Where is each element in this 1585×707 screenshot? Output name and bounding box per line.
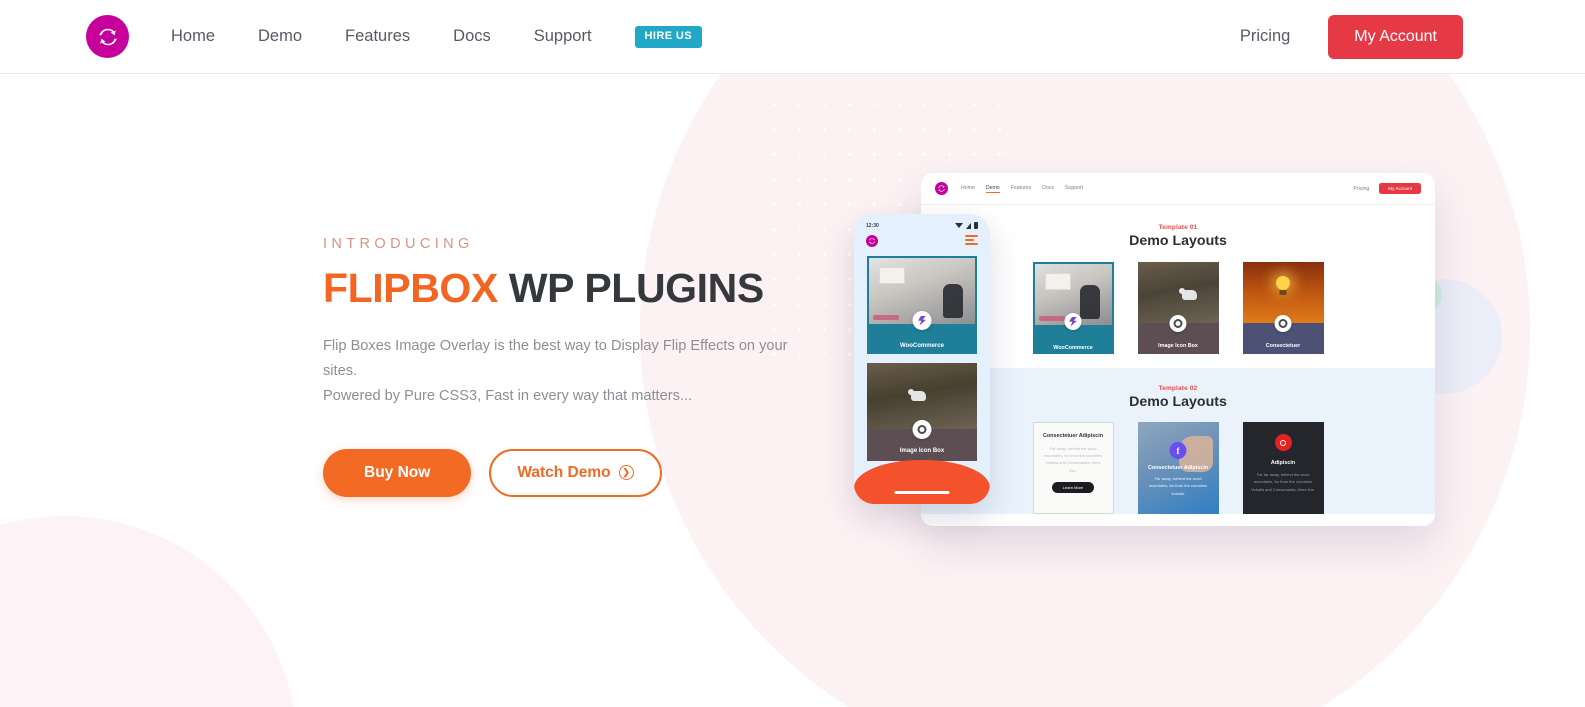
- watch-demo-label: Watch Demo: [517, 463, 611, 481]
- card-body: Far away, behind the word mountains, far…: [1148, 476, 1208, 496]
- main-navigation: Home Demo Features Docs Support HIRE US: [171, 25, 702, 48]
- buy-now-button[interactable]: Buy Now: [323, 448, 472, 497]
- mockup-nav-item-home: Home: [961, 184, 975, 191]
- photo-frame-detail: [1044, 273, 1071, 290]
- hero-copy: INTRODUCING FLIPBOX WP PLUGINS Flip Boxe…: [323, 236, 793, 497]
- mockup-navbar: Home Demo Features Docs Support Pricing …: [921, 173, 1435, 205]
- nav-item-features[interactable]: Features: [345, 27, 410, 46]
- mockup-section-template-02: Template 02 Demo Layouts Consectetuer Ad…: [921, 368, 1435, 514]
- template-02-card-list: Consectetuer Adipiscin Far away, behind …: [921, 422, 1435, 514]
- photo-person-detail: [943, 284, 963, 318]
- nav-item-docs[interactable]: Docs: [453, 27, 491, 46]
- hero-eyebrow: INTRODUCING: [323, 236, 474, 252]
- card-title: Image Icon Box: [1158, 343, 1198, 349]
- arrow-right-circle-icon: ❯: [618, 465, 634, 481]
- mockup-section-template-01: Template 01 Demo Layouts WooCommerce Ima…: [921, 205, 1435, 368]
- phone-status-time: 12:30: [866, 222, 879, 229]
- photo-frame-detail: [879, 267, 905, 284]
- phone-bottom-accent: [854, 460, 990, 504]
- mockup-nav-item-pricing: Pricing: [1353, 185, 1370, 192]
- mockup-nav-item-docs: Docs: [1042, 184, 1054, 191]
- mockup-nav-item-features: Features: [1010, 184, 1032, 191]
- demo-card[interactable]: Image Icon Box: [1137, 262, 1219, 354]
- woocommerce-icon: [1064, 313, 1082, 330]
- photo-mat-detail: [1038, 316, 1065, 321]
- nav-item-support[interactable]: Support: [534, 27, 592, 46]
- photo-bulb-detail: [1276, 276, 1290, 290]
- card-title: Consectetuer: [1265, 343, 1301, 349]
- card-title: WooCommerce: [900, 343, 944, 349]
- photo-dog-detail: [1178, 288, 1197, 300]
- phone-refresh-circle-logo: [866, 235, 878, 247]
- mockup-nav-actions: Pricing My Account: [1353, 183, 1421, 194]
- demo-card[interactable]: WooCommerce: [867, 256, 977, 354]
- browser-mockup: Home Demo Features Docs Support Pricing …: [921, 173, 1435, 526]
- signal-icon: [966, 222, 971, 229]
- mockup-nav-item-demo: Demo: [985, 184, 1000, 193]
- demo-card[interactable]: Consectetuer Adipiscin Far away, behind …: [1032, 422, 1114, 514]
- card-title: Adipiscin: [1270, 460, 1296, 466]
- phone-home-indicator: [894, 491, 950, 494]
- hero-subcopy-line2: Powered by Pure CSS3, Fast in every way …: [323, 388, 693, 405]
- header-actions: Pricing My Account: [1240, 14, 1463, 59]
- woocommerce-icon: [912, 311, 932, 330]
- card-body: Far away, behind the word mountains, far…: [1043, 446, 1103, 473]
- hero-subcopy-line1: Flip Boxes Image Overlay is the best way…: [323, 338, 788, 380]
- demo-card[interactable]: f Consectetuer Adipiscin Far away, behin…: [1137, 422, 1219, 514]
- phone-status-icons: [955, 222, 978, 229]
- bottom-left-circle-decoration: [0, 516, 297, 707]
- wifi-icon: [955, 223, 963, 228]
- card-body: Far far away, behind the word mountains,…: [1251, 472, 1315, 492]
- mockup-nav-links: Home Demo Features Docs Support: [961, 185, 1083, 193]
- card-title: WooCommerce: [1053, 345, 1093, 351]
- page-title: FLIPBOX WP PLUGINS: [323, 266, 793, 310]
- landing-page: Home Demo Features Docs Support HIRE US …: [0, 0, 1585, 707]
- photo-mat-detail: [873, 315, 899, 320]
- template-01-title: Demo Layouts: [1129, 233, 1227, 249]
- template-01-card-list: WooCommerce Image Icon Box Consectetuer: [921, 262, 1435, 354]
- photo-person-detail: [1079, 285, 1100, 319]
- nav-item-home[interactable]: Home: [171, 27, 215, 46]
- gear-icon: [912, 420, 932, 439]
- photo-dog-detail: [908, 389, 926, 401]
- phone-app-header: [854, 229, 990, 247]
- hero-title-rest: WP PLUGINS: [497, 265, 764, 311]
- card-title: Consectetuer Adipiscin: [1042, 433, 1103, 439]
- hero-cta-row: Buy Now Watch Demo ❯: [323, 448, 793, 497]
- mockup-my-account-button: My Account: [1379, 183, 1421, 194]
- mockup-nav-item-support: Support: [1065, 184, 1084, 191]
- watch-demo-button[interactable]: Watch Demo ❯: [489, 448, 662, 497]
- hire-us-badge[interactable]: HIRE US: [634, 25, 702, 48]
- gear-icon: [1169, 315, 1187, 332]
- nav-item-pricing[interactable]: Pricing: [1240, 27, 1290, 46]
- my-account-button[interactable]: My Account: [1328, 14, 1463, 59]
- record-circle-icon: [1274, 434, 1292, 451]
- card-title: Consectetuer Adipiscin: [1147, 465, 1208, 471]
- hero-title-accent: FLIPBOX: [323, 265, 498, 311]
- phone-mockup: 12:30 WooCommerce Image Icon Box: [854, 214, 990, 504]
- demo-card[interactable]: Adipiscin Far far away, behind the word …: [1242, 422, 1324, 514]
- phone-card-list: WooCommerce Image Icon Box: [854, 247, 990, 461]
- mockup-refresh-circle-logo: [935, 182, 948, 195]
- card-photo: [1137, 262, 1219, 323]
- hero-subcopy: Flip Boxes Image Overlay is the best way…: [323, 334, 793, 409]
- phone-status-bar: 12:30: [854, 214, 990, 229]
- nav-item-demo[interactable]: Demo: [258, 27, 302, 46]
- gear-icon: [1274, 315, 1292, 332]
- refresh-circle-logo[interactable]: [86, 15, 129, 58]
- template-02-title: Demo Layouts: [1129, 394, 1227, 410]
- facebook-icon: f: [1169, 442, 1187, 459]
- battery-icon: [974, 222, 978, 229]
- card-photo: [1242, 262, 1324, 323]
- template-02-label: Template 02: [1158, 385, 1198, 392]
- hamburger-icon[interactable]: [965, 235, 978, 247]
- site-header: Home Demo Features Docs Support HIRE US …: [0, 0, 1585, 74]
- learn-more-button[interactable]: Learn More: [1052, 481, 1094, 493]
- demo-card[interactable]: Consectetuer: [1242, 262, 1324, 354]
- demo-card[interactable]: WooCommerce: [1032, 262, 1114, 354]
- card-title: Image Icon Box: [899, 448, 945, 454]
- template-01-label: Template 01: [1158, 224, 1198, 231]
- demo-card[interactable]: Image Icon Box: [867, 363, 977, 461]
